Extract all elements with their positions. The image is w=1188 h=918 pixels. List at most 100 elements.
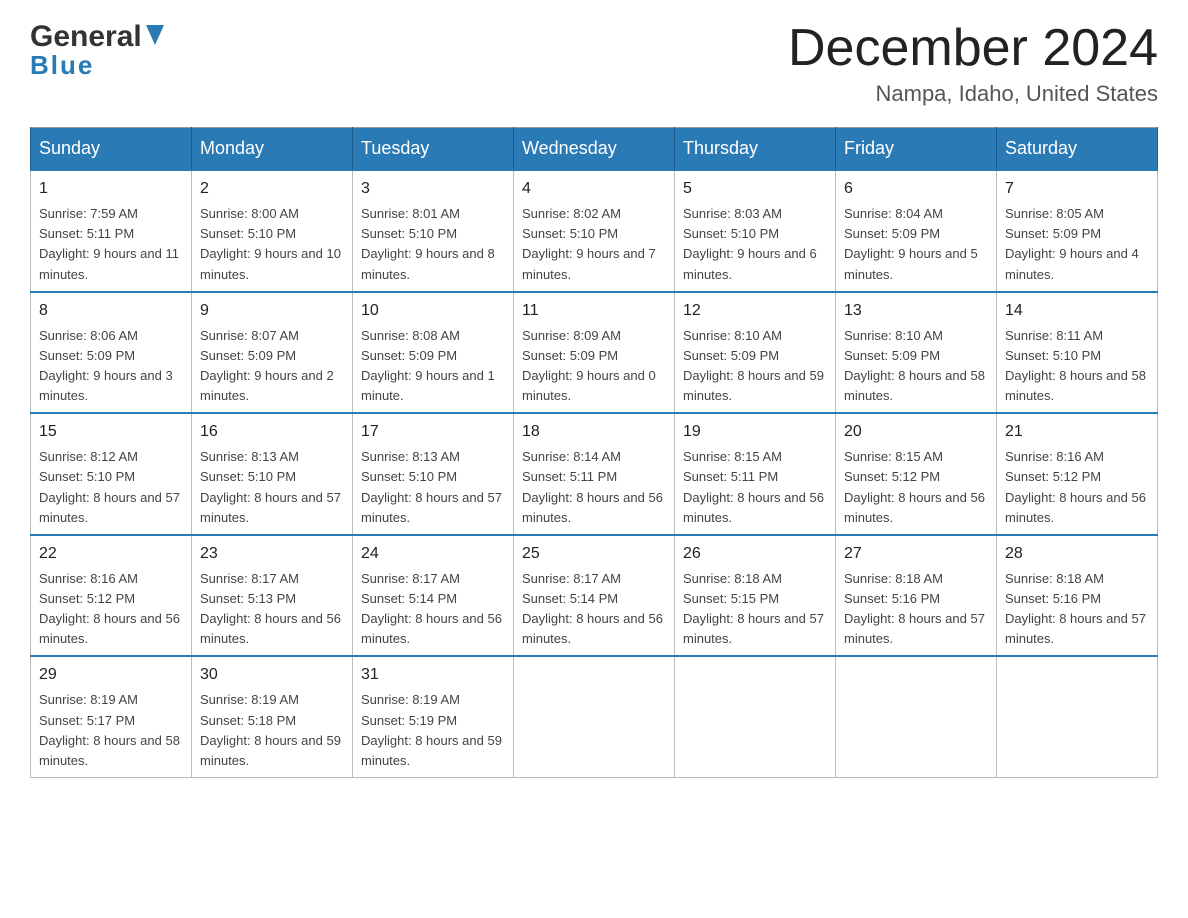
- day-info: Sunrise: 8:19 AMSunset: 5:18 PMDaylight:…: [200, 690, 344, 771]
- day-info: Sunrise: 8:18 AMSunset: 5:15 PMDaylight:…: [683, 569, 827, 650]
- calendar-header-wednesday: Wednesday: [514, 128, 675, 171]
- day-number: 26: [683, 542, 827, 566]
- calendar-cell: 22 Sunrise: 8:16 AMSunset: 5:12 PMDayligh…: [31, 535, 192, 657]
- day-number: 31: [361, 663, 505, 687]
- day-number: 13: [844, 299, 988, 323]
- calendar-cell: 4Sunrise: 8:02 AMSunset: 5:10 PMDaylight…: [514, 170, 675, 292]
- calendar-header-row: SundayMondayTuesdayWednesdayThursdayFrid…: [31, 128, 1158, 171]
- calendar-cell: 5 Sunrise: 8:03 AMSunset: 5:10 PMDaylight…: [675, 170, 836, 292]
- day-info: Sunrise: 8:15 AMSunset: 5:12 PMDaylight:…: [844, 447, 988, 528]
- calendar-header-thursday: Thursday: [675, 128, 836, 171]
- day-number: 11: [522, 299, 666, 323]
- calendar-cell: 27Sunrise: 8:18 AMSunset: 5:16 PMDayligh…: [836, 535, 997, 657]
- calendar-cell: [675, 656, 836, 777]
- calendar-cell: 24 Sunrise: 8:17 AMSunset: 5:14 PMDayligh…: [353, 535, 514, 657]
- logo-text: General: [30, 20, 164, 54]
- day-number: 7: [1005, 177, 1149, 201]
- day-number: 22: [39, 542, 183, 566]
- day-info: Sunrise: 8:17 AMSunset: 5:14 PMDaylight:…: [361, 569, 505, 650]
- calendar-cell: 11 Sunrise: 8:09 AMSunset: 5:09 PMDayligh…: [514, 292, 675, 414]
- calendar-cell: 28 Sunrise: 8:18 AMSunset: 5:16 PMDayligh…: [997, 535, 1158, 657]
- day-info: Sunrise: 8:09 AMSunset: 5:09 PMDaylight:…: [522, 326, 666, 407]
- calendar-cell: 25 Sunrise: 8:17 AMSunset: 5:14 PMDayligh…: [514, 535, 675, 657]
- calendar-cell: 23 Sunrise: 8:17 AMSunset: 5:13 PMDayligh…: [192, 535, 353, 657]
- calendar-cell: 7Sunrise: 8:05 AMSunset: 5:09 PMDaylight…: [997, 170, 1158, 292]
- logo-general: General: [30, 20, 142, 54]
- day-info: Sunrise: 8:13 AMSunset: 5:10 PMDaylight:…: [361, 447, 505, 528]
- day-info: Sunrise: 8:18 AMSunset: 5:16 PMDaylight:…: [1005, 569, 1149, 650]
- calendar-header-saturday: Saturday: [997, 128, 1158, 171]
- day-number: 21: [1005, 420, 1149, 444]
- calendar-header-sunday: Sunday: [31, 128, 192, 171]
- day-number: 19: [683, 420, 827, 444]
- calendar-cell: 20 Sunrise: 8:15 AMSunset: 5:12 PMDayligh…: [836, 413, 997, 535]
- calendar-cell: 14 Sunrise: 8:11 AMSunset: 5:10 PMDayligh…: [997, 292, 1158, 414]
- logo: General Blue: [30, 20, 164, 81]
- logo-triangle-icon: [146, 25, 164, 50]
- calendar-week-row: 1 Sunrise: 7:59 AMSunset: 5:11 PMDaylight…: [31, 170, 1158, 292]
- calendar-cell: 9Sunrise: 8:07 AMSunset: 5:09 PMDaylight…: [192, 292, 353, 414]
- calendar-cell: 8Sunrise: 8:06 AMSunset: 5:09 PMDaylight…: [31, 292, 192, 414]
- day-info: Sunrise: 8:12 AMSunset: 5:10 PMDaylight:…: [39, 447, 183, 528]
- day-number: 15: [39, 420, 183, 444]
- calendar-week-row: 29 Sunrise: 8:19 AMSunset: 5:17 PMDayligh…: [31, 656, 1158, 777]
- calendar-week-row: 8Sunrise: 8:06 AMSunset: 5:09 PMDaylight…: [31, 292, 1158, 414]
- page-header: General Blue December 2024 Nampa, Idaho,…: [30, 20, 1158, 107]
- calendar-cell: 26 Sunrise: 8:18 AMSunset: 5:15 PMDayligh…: [675, 535, 836, 657]
- day-number: 18: [522, 420, 666, 444]
- day-number: 25: [522, 542, 666, 566]
- calendar-cell: 29 Sunrise: 8:19 AMSunset: 5:17 PMDayligh…: [31, 656, 192, 777]
- calendar-cell: [836, 656, 997, 777]
- calendar-cell: [997, 656, 1158, 777]
- calendar-cell: 1 Sunrise: 7:59 AMSunset: 5:11 PMDaylight…: [31, 170, 192, 292]
- day-info: Sunrise: 8:00 AMSunset: 5:10 PMDaylight:…: [200, 204, 344, 285]
- day-info: Sunrise: 8:10 AMSunset: 5:09 PMDaylight:…: [844, 326, 988, 407]
- calendar-cell: 13 Sunrise: 8:10 AMSunset: 5:09 PMDayligh…: [836, 292, 997, 414]
- day-number: 3: [361, 177, 505, 201]
- day-info: Sunrise: 7:59 AMSunset: 5:11 PMDaylight:…: [39, 204, 183, 285]
- day-number: 6: [844, 177, 988, 201]
- calendar-cell: 12 Sunrise: 8:10 AMSunset: 5:09 PMDayligh…: [675, 292, 836, 414]
- day-number: 23: [200, 542, 344, 566]
- calendar-week-row: 15 Sunrise: 8:12 AMSunset: 5:10 PMDayligh…: [31, 413, 1158, 535]
- day-info: Sunrise: 8:16 AMSunset: 5:12 PMDaylight:…: [1005, 447, 1149, 528]
- day-number: 1: [39, 177, 183, 201]
- calendar-cell: 6 Sunrise: 8:04 AMSunset: 5:09 PMDaylight…: [836, 170, 997, 292]
- day-info: Sunrise: 8:19 AMSunset: 5:17 PMDaylight:…: [39, 690, 183, 771]
- day-info: Sunrise: 8:08 AMSunset: 5:09 PMDaylight:…: [361, 326, 505, 407]
- calendar-cell: 21 Sunrise: 8:16 AMSunset: 5:12 PMDayligh…: [997, 413, 1158, 535]
- calendar-cell: 31Sunrise: 8:19 AMSunset: 5:19 PMDayligh…: [353, 656, 514, 777]
- day-number: 12: [683, 299, 827, 323]
- day-info: Sunrise: 8:18 AMSunset: 5:16 PMDaylight:…: [844, 569, 988, 650]
- day-number: 2: [200, 177, 344, 201]
- day-info: Sunrise: 8:17 AMSunset: 5:13 PMDaylight:…: [200, 569, 344, 650]
- day-number: 29: [39, 663, 183, 687]
- day-number: 5: [683, 177, 827, 201]
- day-number: 28: [1005, 542, 1149, 566]
- calendar-table: SundayMondayTuesdayWednesdayThursdayFrid…: [30, 127, 1158, 778]
- day-info: Sunrise: 8:17 AMSunset: 5:14 PMDaylight:…: [522, 569, 666, 650]
- day-number: 14: [1005, 299, 1149, 323]
- day-info: Sunrise: 8:16 AMSunset: 5:12 PMDaylight:…: [39, 569, 183, 650]
- day-info: Sunrise: 8:03 AMSunset: 5:10 PMDaylight:…: [683, 204, 827, 285]
- day-info: Sunrise: 8:04 AMSunset: 5:09 PMDaylight:…: [844, 204, 988, 285]
- day-info: Sunrise: 8:10 AMSunset: 5:09 PMDaylight:…: [683, 326, 827, 407]
- calendar-week-row: 22 Sunrise: 8:16 AMSunset: 5:12 PMDayligh…: [31, 535, 1158, 657]
- day-number: 24: [361, 542, 505, 566]
- day-number: 10: [361, 299, 505, 323]
- title-block: December 2024 Nampa, Idaho, United State…: [788, 20, 1158, 107]
- calendar-cell: 17Sunrise: 8:13 AMSunset: 5:10 PMDayligh…: [353, 413, 514, 535]
- calendar-cell: 3 Sunrise: 8:01 AMSunset: 5:10 PMDaylight…: [353, 170, 514, 292]
- day-number: 20: [844, 420, 988, 444]
- day-info: Sunrise: 8:11 AMSunset: 5:10 PMDaylight:…: [1005, 326, 1149, 407]
- day-info: Sunrise: 8:01 AMSunset: 5:10 PMDaylight:…: [361, 204, 505, 285]
- calendar-title: December 2024: [788, 20, 1158, 77]
- calendar-cell: 30Sunrise: 8:19 AMSunset: 5:18 PMDayligh…: [192, 656, 353, 777]
- calendar-cell: 16Sunrise: 8:13 AMSunset: 5:10 PMDayligh…: [192, 413, 353, 535]
- day-info: Sunrise: 8:14 AMSunset: 5:11 PMDaylight:…: [522, 447, 666, 528]
- calendar-header-tuesday: Tuesday: [353, 128, 514, 171]
- logo-blue-text: Blue: [30, 50, 94, 81]
- day-info: Sunrise: 8:13 AMSunset: 5:10 PMDaylight:…: [200, 447, 344, 528]
- day-info: Sunrise: 8:15 AMSunset: 5:11 PMDaylight:…: [683, 447, 827, 528]
- day-info: Sunrise: 8:07 AMSunset: 5:09 PMDaylight:…: [200, 326, 344, 407]
